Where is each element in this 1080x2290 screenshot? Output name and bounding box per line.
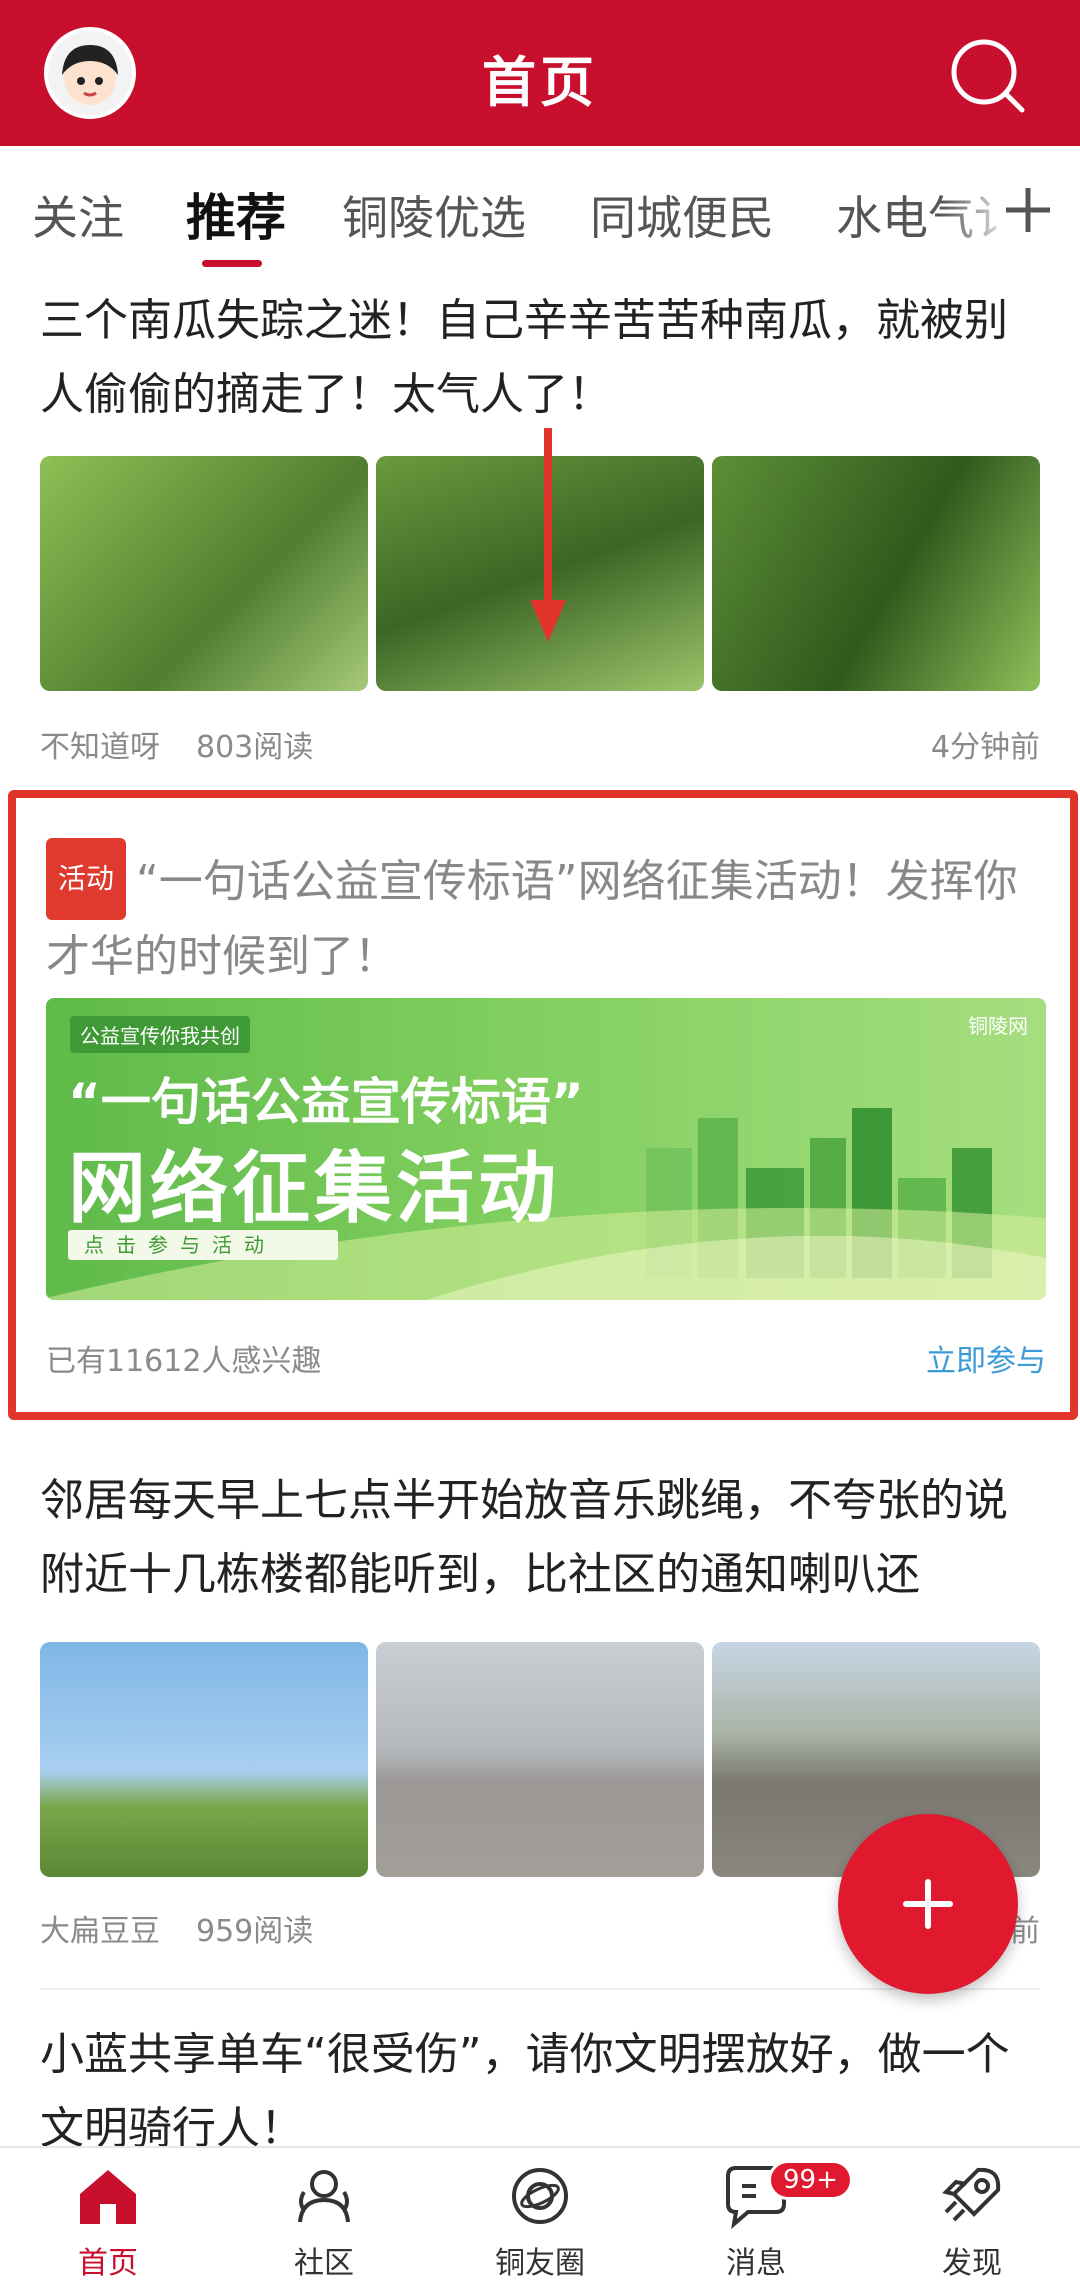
thumbnail-image: [712, 456, 1040, 691]
active-tab-indicator: [202, 260, 262, 267]
create-post-button[interactable]: [838, 1814, 1018, 1994]
bottom-navigation: 首页 社区 铜友圈 99+ 消息 发现: [0, 2146, 1080, 2290]
article-title: 邻居每天早上七点半开始放音乐跳绳，不夸张的说附近十几栋楼都能听到，比社区的通知喇…: [40, 1475, 1008, 1600]
banner-tag: 公益宣传你我共创: [70, 1016, 250, 1053]
article-title: 三个南瓜失踪之迷！自己辛辛苦苦种南瓜，就被别人偷偷的摘走了！太气人了！: [40, 295, 1008, 420]
post-time: 4分钟前: [930, 730, 1040, 765]
nav-label: 消息: [726, 2246, 786, 2281]
activity-title: 活动 “一句话公益宣传标语”网络征集活动！发挥你才华的时候到了！: [46, 838, 1056, 994]
top-header: 首页: [0, 0, 1080, 146]
join-now-link[interactable]: 立即参与: [926, 1336, 1046, 1380]
tab-city-service[interactable]: 同城便民: [590, 182, 774, 248]
nav-community[interactable]: 社区: [216, 2148, 432, 2290]
search-icon: [951, 39, 1025, 113]
banner-join-button[interactable]: 点击参与活动: [68, 1230, 338, 1260]
article-card-bike[interactable]: 小蓝共享单车“很受伤”，请你文明摆放好，做一个文明骑行人！: [40, 2018, 1040, 2146]
rocket-icon: [942, 2167, 1001, 2222]
article-meta: 不知道呀 803阅读 4分钟前: [40, 722, 1040, 766]
read-count: 959阅读: [196, 1914, 314, 1949]
page-title: 首页: [482, 51, 598, 114]
arrow-down-icon: [530, 428, 566, 642]
plus-icon: [903, 1879, 953, 1929]
interest-count: 已有11612人感兴趣: [46, 1344, 322, 1379]
unread-badge: 99+: [768, 2160, 853, 2200]
banner-logo: 铜陵网: [968, 1014, 1028, 1038]
author-name: 不知道呀: [40, 730, 160, 765]
planet-icon: [512, 2168, 568, 2224]
banner-headline: 网络征集活动: [68, 1144, 561, 1234]
author-name: 大扁豆豆: [40, 1914, 160, 1949]
activity-title-text: “一句话公益宣传标语”网络征集活动！发挥你才华的时候到了！: [46, 856, 1018, 982]
banner-quote: “一句话公益宣传标语”: [68, 1073, 584, 1131]
activity-badge: 活动: [46, 838, 127, 920]
nav-label: 社区: [294, 2246, 354, 2281]
nav-label: 首页: [78, 2246, 138, 2281]
community-icon: [298, 2170, 350, 2223]
activity-banner[interactable]: 公益宣传你我共创 铜陵网 “一句话公益宣传标语” 网络征集活动 点击参与活动: [46, 998, 1046, 1300]
down-arrow-annotation: [528, 428, 568, 648]
plus-icon: [1006, 188, 1050, 232]
tab-tongling-select[interactable]: 铜陵优选: [342, 182, 526, 248]
nav-messages[interactable]: 99+ 消息: [648, 2148, 864, 2290]
read-count: 803阅读: [196, 730, 314, 765]
thumbnail-image: [40, 456, 368, 691]
nav-home[interactable]: 首页: [0, 2148, 216, 2290]
tab-follow[interactable]: 关注: [32, 182, 124, 248]
nav-discover[interactable]: 发现: [864, 2148, 1080, 2290]
thumbnail-image: [376, 1642, 704, 1877]
thumbnail-image: [40, 1642, 368, 1877]
activity-card[interactable]: 活动 “一句话公益宣传标语”网络征集活动！发挥你才华的时候到了！ 公益宣传你我共创…: [8, 790, 1078, 1420]
home-icon: [80, 2170, 136, 2224]
nav-label: 铜友圈: [495, 2246, 585, 2281]
nav-friends-circle[interactable]: 铜友圈: [432, 2148, 648, 2290]
category-tabs: 关注 推荐 铜陵优选 同城便民 水电气讠: [0, 146, 1080, 274]
article-title: 小蓝共享单车“很受伤”，请你文明摆放好，做一个文明骑行人！: [40, 2029, 1010, 2146]
add-tab-button[interactable]: [1000, 182, 1056, 238]
tab-recommend[interactable]: 推荐: [186, 178, 286, 250]
nav-label: 发现: [942, 2246, 1002, 2281]
search-button[interactable]: [946, 34, 1030, 118]
